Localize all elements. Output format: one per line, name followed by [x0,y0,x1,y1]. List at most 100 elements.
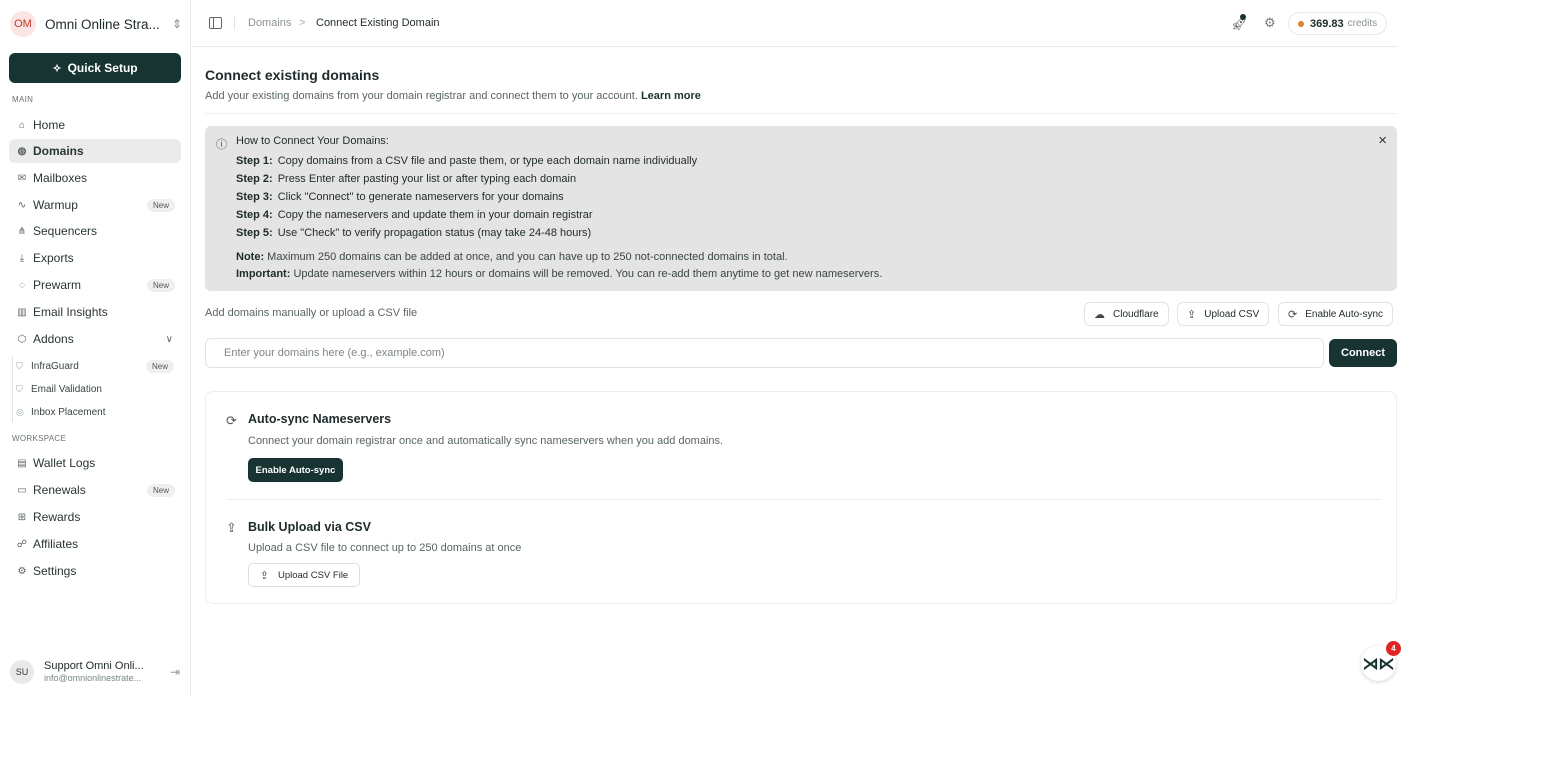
sidebar-item-inbox-placement[interactable]: ◎ Inbox Placement [14,402,180,422]
sidebar-item-wallet-logs[interactable]: ▤ Wallet Logs [9,451,181,475]
note-text: Maximum 250 domains can be added at once… [267,251,788,263]
sidebar-item-label: Settings [33,564,77,578]
sidebar-item-warmup[interactable]: ∿ Warmup New [9,193,181,217]
step-label: Step 3: [236,191,273,203]
sidebar-toggle-icon[interactable] [209,17,222,29]
refresh-icon: ⟳ [1288,308,1298,321]
upload-csv-button[interactable]: ⇪ Upload CSV [1177,302,1270,326]
domains-input[interactable] [205,338,1324,368]
step-label: Step 2: [236,173,273,185]
logout-icon[interactable]: ⇥ [170,665,180,679]
quick-setup-button[interactable]: ✧ Quick Setup [9,53,181,83]
sidebar-item-affiliates[interactable]: ☍ Affiliates [9,532,181,556]
howto-important: Important: Update nameservers within 12 … [236,268,882,280]
breadcrumb-current: Connect Existing Domain [316,17,440,29]
sidebar-item-label: Domains [33,144,84,158]
divider [226,499,1381,500]
new-badge: New [146,198,175,212]
activity-icon: ∿ [17,199,27,211]
sidebar-item-settings[interactable]: ⚙ Settings [9,559,181,583]
mail-icon: ✉ [17,172,27,184]
submenu-rail [12,356,13,422]
howto-step: Step 5: Use "Check" to verify propagation… [236,227,591,239]
page-title: Connect existing domains [205,67,380,83]
calendar-icon: ▭ [17,484,27,496]
sidebar-item-email-insights[interactable]: ▥ Email Insights [9,300,181,324]
shield-icon: ⛉ [16,360,23,371]
sidebar-item-email-validation[interactable]: ⛉ Email Validation [14,379,180,399]
sidebar-item-label: Sequencers [33,224,98,238]
howto-step: Step 1: Copy domains from a CSV file and … [236,155,697,167]
enable-autosync-button[interactable]: ⟳ Enable Auto-sync [1278,302,1394,326]
home-icon: ⌂ [18,119,26,131]
sidebar-item-label: Mailboxes [33,171,88,185]
sidebar-item-prewarm[interactable]: ◌ Prewarm New [9,273,181,297]
breadcrumb-domains[interactable]: Domains [248,17,291,29]
new-badge: New [146,278,175,292]
step-text: Press Enter after pasting your list or a… [277,173,577,185]
learn-more-link[interactable]: Learn more [641,90,701,102]
note-label: Note: [236,251,265,263]
users-icon: ☍ [16,538,28,550]
workflow-icon: ⋔ [17,225,27,237]
step-label: Step 1: [236,155,273,167]
divider [205,113,1397,114]
sidebar-item-renewals[interactable]: ▭ Renewals New [9,478,181,502]
sidebar: OM Omni Online Stra... ⇕ ✧ Quick Setup M… [0,0,191,696]
sidebar-item-label: Exports [33,251,74,265]
package-icon: ⬡ [17,333,27,345]
notification-dot [1240,14,1246,20]
credits-unit: credits [1347,18,1378,29]
sidebar-item-addons[interactable]: ⬡ Addons ∨ [9,327,181,351]
sidebar-item-label: InfraGuard [31,360,79,372]
sidebar-item-infraguard[interactable]: ⛉ InfraGuard New [14,356,180,376]
add-domains-label: Add domains manually or upload a CSV fil… [205,307,418,319]
bulk-upload-title: Bulk Upload via CSV [248,520,371,534]
user-info: Support Omni Onli... info@omnionlinestra… [44,660,170,684]
section-label-main: MAIN [12,95,34,104]
close-icon[interactable]: × [1378,132,1387,149]
sidebar-item-home[interactable]: ⌂ Home [9,113,181,137]
user-email: info@omnionlinestrate... [44,673,142,683]
workspace-switcher[interactable]: OM Omni Online Stra... ⇕ [10,10,182,38]
credits-badge[interactable]: 369.83 credits [1288,12,1388,35]
globe-icon: ◍ [17,145,27,157]
wand-icon: ✧ [52,62,62,75]
howto-title: How to Connect Your Domains: [236,135,389,147]
bar-chart-icon: ▥ [17,306,27,318]
connect-button[interactable]: Connect [1329,339,1397,367]
bulk-upload-desc: Upload a CSV file to connect up to 250 d… [248,542,522,554]
upload-icon: ⇪ [259,569,269,582]
sidebar-item-label: Affiliates [33,537,79,551]
options-card: ⟳ Auto-sync Nameservers Connect your dom… [205,391,1397,604]
sidebar-item-domains[interactable]: ◍ Domains [9,139,181,163]
chat-logo-icon: ⋊⋉ [1362,655,1395,673]
sidebar-item-sequencers[interactable]: ⋔ Sequencers [9,219,181,243]
section-label-workspace: WORKSPACE [12,434,67,443]
chevron-down-icon: ∨ [165,333,173,345]
upload-csv-file-button[interactable]: ⇪ Upload CSV File [248,563,360,587]
page-subtitle: Add your existing domains from your doma… [205,90,701,102]
howto-step: Step 2: Press Enter after pasting your li… [236,173,576,185]
enable-autosync-label: Enable Auto-sync [1305,308,1384,320]
sidebar-item-rewards[interactable]: ⊞ Rewards [9,505,181,529]
new-badge: New [145,359,174,373]
gear-icon[interactable]: ⚙ [1264,15,1276,31]
enable-autosync-card-button[interactable]: Enable Auto-sync [248,458,343,482]
autosync-title: Auto-sync Nameservers [248,412,392,426]
page-subtitle-text: Add your existing domains from your doma… [205,90,638,102]
sidebar-item-label: Prewarm [33,278,82,292]
upload-csv-file-label: Upload CSV File [277,569,349,581]
cloudflare-button[interactable]: ☁ Cloudflare [1084,302,1169,326]
user-card[interactable]: SU Support Omni Onli... info@omnionlines… [10,657,182,687]
important-text: Update nameservers within 12 hours or do… [293,268,883,280]
divider [234,16,235,30]
breadcrumb-separator-icon: > [299,17,306,29]
target-icon: ◎ [16,406,24,417]
howto-panel: ⓘ How to Connect Your Domains: × Step 1:… [205,126,1397,291]
credits-amount: 369.83 [1310,17,1344,30]
sidebar-item-mailboxes[interactable]: ✉ Mailboxes [9,166,181,190]
gear-icon: ⚙ [17,565,27,577]
sidebar-item-exports[interactable]: ⤓ Exports [9,246,181,270]
upload-icon: ⇪ [226,520,237,535]
